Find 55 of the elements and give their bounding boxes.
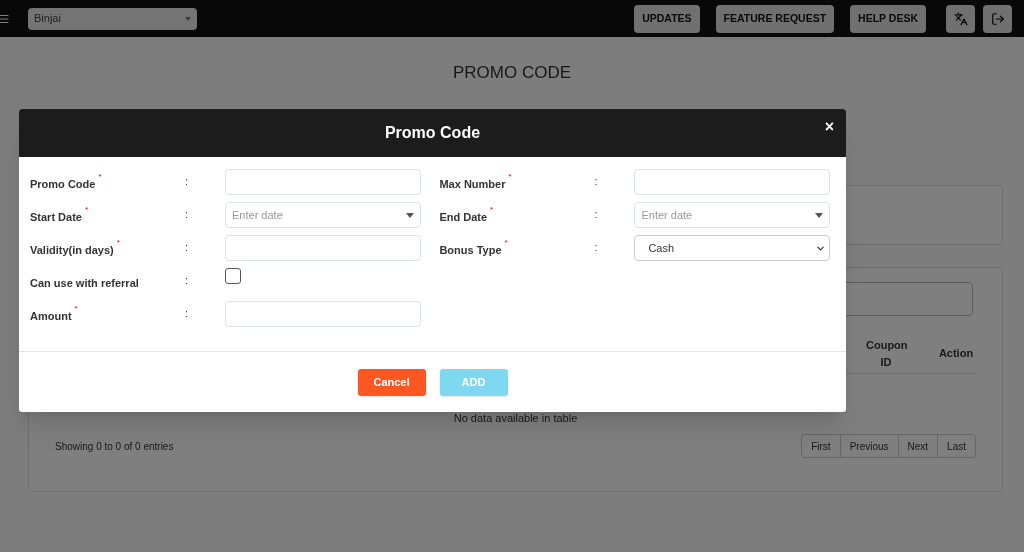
required-mark: * [98,172,102,181]
field-label: Validity(in days) [30,244,114,256]
pagination-button[interactable]: First [802,435,840,457]
caret-icon [406,212,414,218]
date-field[interactable]: Enter date [634,202,831,228]
text-input[interactable] [225,235,421,261]
colon: : [185,207,190,222]
empty-message: No data available in table [453,410,578,426]
required-mark: * [504,238,508,247]
required-mark: * [116,238,120,247]
colon: : [185,240,190,255]
text-input[interactable] [225,301,421,327]
header-button[interactable]: FEATURE REQUEST [715,4,835,33]
modal-title: Promo Code [384,123,481,143]
text-input[interactable] [225,169,421,195]
required-mark: * [490,205,494,214]
field-label: End Date [439,211,488,223]
header-button[interactable]: UPDATES [634,4,700,33]
colon: : [594,207,599,222]
caret-icon [815,212,824,218]
required-mark: * [84,205,89,214]
date-field[interactable]: Enter date [225,202,421,228]
colon: : [185,174,190,189]
required-mark: * [508,172,512,181]
pagination-button[interactable]: Next [897,435,938,457]
checkbox[interactable] [225,268,241,284]
colon: : [594,240,599,255]
page-title: PROMO CODE [452,62,572,85]
colon: : [185,306,190,321]
translate-icon [953,11,968,26]
column-header[interactable]: Coupon ID [866,337,906,370]
column-header[interactable]: Action [936,345,976,362]
translate-button[interactable] [946,4,975,33]
select-field[interactable]: Cash [634,235,831,261]
colon: : [594,174,599,189]
caret-icon [185,16,191,21]
close-button[interactable]: × [824,119,834,135]
field-label: Promo Code [30,178,96,190]
location-select[interactable]: Binjai [28,7,197,30]
cancel-button[interactable]: Cancel [357,368,426,396]
entries-info: Showing 0 to 0 of 0 entries [55,439,174,454]
field-label: Amount [30,310,72,322]
text-input[interactable] [634,169,831,195]
logout-button[interactable] [983,4,1012,33]
required-mark: * [74,304,78,313]
pagination-button[interactable]: Last [937,435,975,457]
header-button[interactable]: HELP DESK [850,4,926,33]
field-label: Bonus Type [439,244,502,256]
menu-icon[interactable] [0,12,10,25]
logout-icon [990,11,1005,26]
field-label: Max Number [439,178,506,190]
field-label: Start Date [30,211,82,223]
pagination-button[interactable]: Previous [839,435,898,457]
colon: : [185,273,190,288]
field-label: Can use with referral [30,277,139,289]
